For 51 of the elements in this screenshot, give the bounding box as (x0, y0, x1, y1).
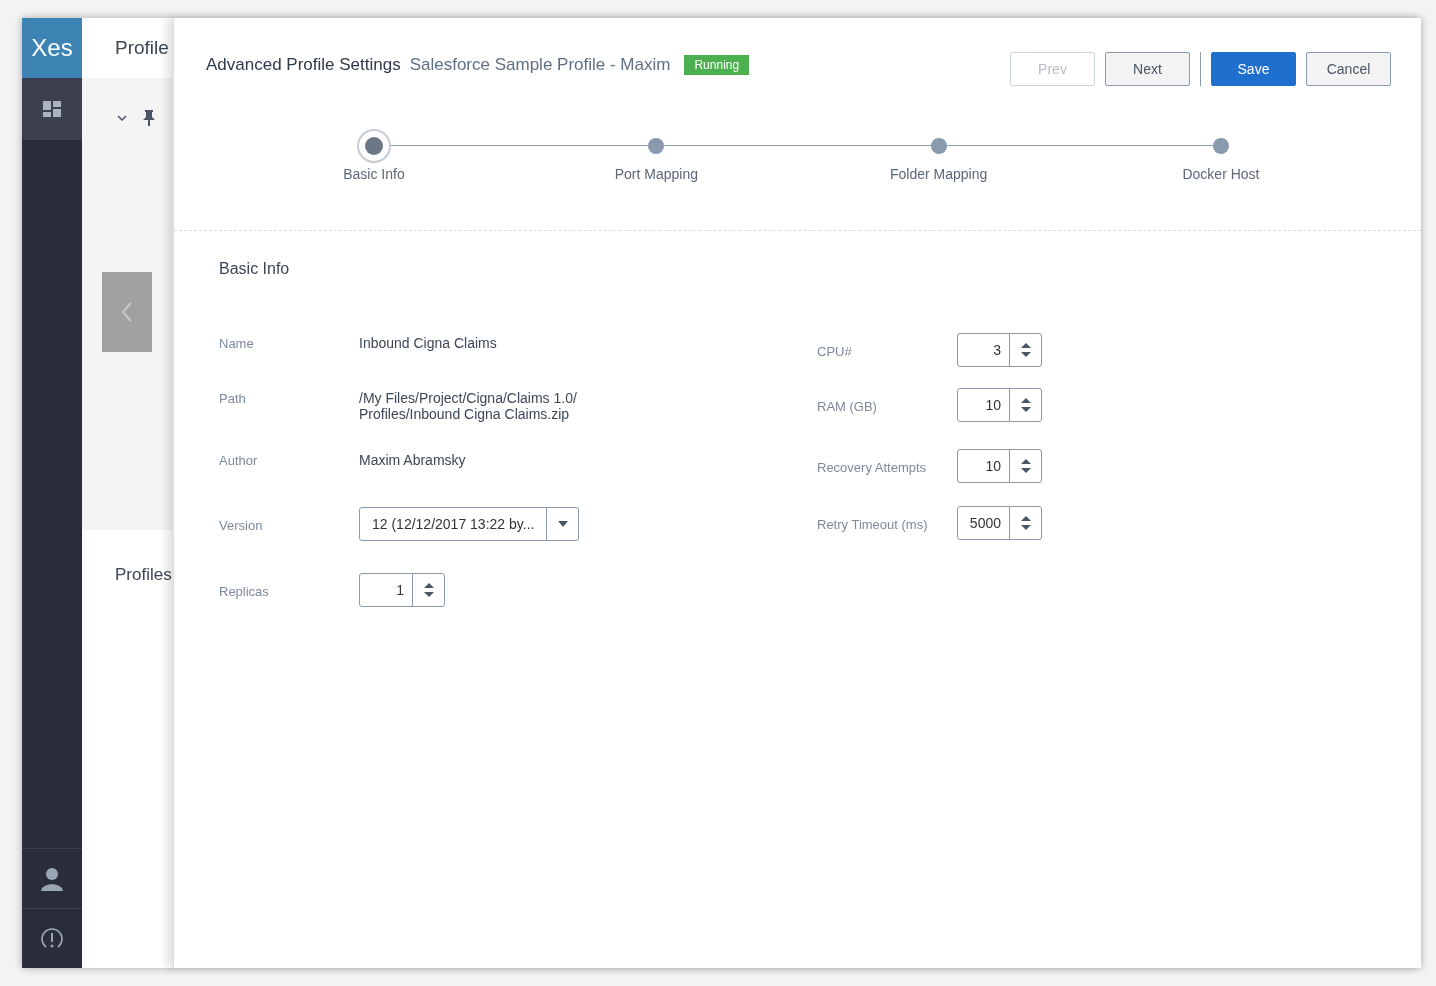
nav-button[interactable]: Next (1105, 52, 1190, 86)
field-value: Maxim Abramsky (359, 452, 466, 468)
app-logo[interactable]: Xes (22, 18, 82, 78)
page-title: Profile (115, 35, 169, 60)
collapse-handle[interactable] (102, 272, 152, 352)
save-button[interactable]: Save (1211, 52, 1296, 86)
stepper-arrows-icon[interactable] (1020, 515, 1031, 531)
field-label: Name (219, 335, 255, 353)
field-label: Recovery Attempts (817, 459, 928, 477)
field-value: /My Files/Project/Cigna/Claims 1.0/ Profiles/Inbound Cigna Claims.zip (359, 390, 577, 422)
wizard-step[interactable]: Folder Mapping (878, 130, 999, 230)
spinner-value: 3 (992, 340, 1002, 360)
spinner-value: 10 (984, 395, 1002, 415)
section-title: Profiles (115, 565, 172, 584)
field-value: Inbound Cigna Claims (359, 335, 497, 351)
version-dropdown[interactable]: 12 (12/12/2017 13:22 by... (359, 507, 579, 541)
field-label: Replicas (219, 583, 270, 601)
nav-button[interactable]: Cancel (1306, 52, 1391, 86)
number-spinner[interactable]: 10 (957, 449, 1042, 483)
field-label: Path (219, 390, 247, 408)
pin-icon[interactable] (143, 110, 155, 126)
stepper-arrows-icon[interactable] (1020, 342, 1031, 358)
caret-icon (557, 521, 568, 527)
section-heading: Basic Info (219, 259, 291, 279)
alert-icon[interactable] (40, 926, 64, 951)
number-spinner[interactable]: 5000 (957, 506, 1042, 540)
user-icon[interactable] (41, 866, 63, 891)
stepper-arrows-icon[interactable] (423, 582, 434, 598)
field-label: Version (219, 517, 264, 535)
spinner-value: 10 (984, 456, 1002, 476)
wizard-step[interactable]: Port Mapping (596, 130, 717, 230)
status-badge: Running (684, 54, 750, 75)
number-spinner[interactable]: 1 (359, 573, 445, 607)
sidebar-item[interactable] (22, 78, 82, 140)
wizard-step[interactable]: Basic Info (314, 130, 434, 230)
field-label: Author (219, 452, 259, 470)
wizard-step[interactable]: Docker Host (1161, 130, 1281, 230)
number-spinner[interactable]: 10 (957, 388, 1042, 422)
profile-name: Salesforce Sample Profile - Maxim (409, 54, 671, 76)
dashboard-icon[interactable] (43, 101, 61, 117)
chevron-down-icon[interactable] (117, 115, 127, 121)
field-label: RAM (GB) (817, 398, 878, 416)
field-label: CPU# (817, 343, 853, 361)
panel-title: Advanced Profile Settings (206, 54, 401, 76)
chevron-left-icon (122, 302, 132, 322)
stepper-arrows-icon[interactable] (1020, 458, 1031, 474)
number-spinner[interactable]: 3 (957, 333, 1042, 367)
spinner-value: 1 (395, 580, 405, 600)
stepper-arrows-icon[interactable] (1020, 397, 1031, 413)
field-label: Retry Timeout (ms) (817, 516, 929, 534)
spinner-value: 5000 (968, 513, 1002, 533)
